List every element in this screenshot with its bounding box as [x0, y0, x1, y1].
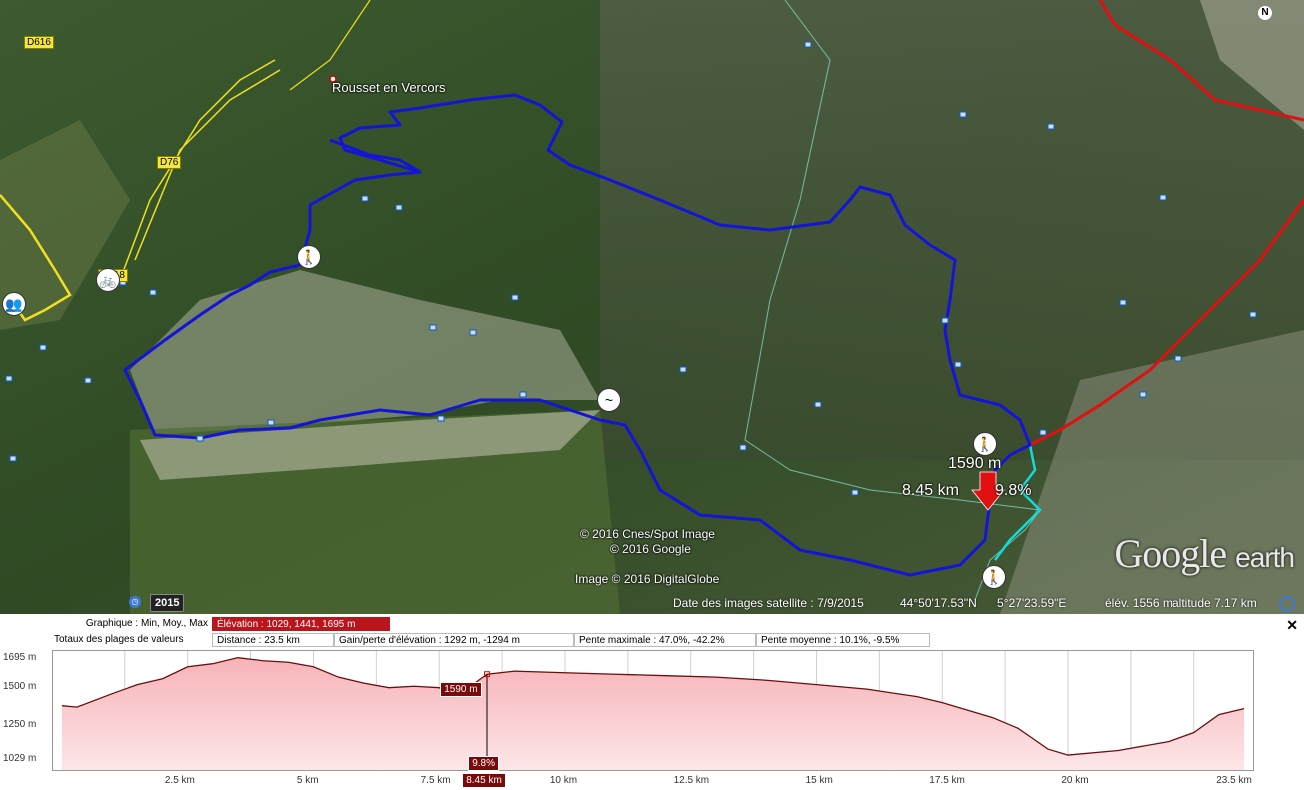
- close-profile-button[interactable]: ✕: [1286, 617, 1298, 634]
- cursor-slope-label: 9.8%: [995, 482, 1032, 499]
- elevation-chart[interactable]: [52, 650, 1254, 771]
- cursor-distance-label: 8.45 km: [902, 482, 959, 499]
- elevation-area: [61, 657, 1245, 770]
- y-tick-label: 1500 m: [3, 681, 37, 693]
- gain-loss-total: Gain/perte d'élévation : 1292 m, -1294 m: [334, 633, 574, 647]
- marker-distance-label: 8.45 km: [462, 773, 506, 788]
- max-slope-total: Pente maximale : 47.0%, -42.2%: [574, 633, 756, 647]
- imagery-year-badge[interactable]: 2015: [150, 594, 185, 612]
- marker-slope-label: 9.8%: [468, 756, 499, 771]
- historical-imagery-clock-icon[interactable]: ◷: [129, 596, 141, 608]
- hiker-icon[interactable]: 🚶: [973, 432, 997, 456]
- x-tick-label: 2.5 km: [164, 775, 195, 786]
- graph-label: Graphique : Min, Moy., Max: [85, 618, 208, 629]
- google-earth-logo: Google earth: [1114, 530, 1295, 577]
- copyright-digitalglobe: Image © 2016 DigitalGlobe: [575, 572, 720, 586]
- place-label: Rousset en Vercors: [332, 80, 446, 95]
- hikers-group-icon[interactable]: 👥: [2, 292, 26, 316]
- x-tick-label: 15 km: [805, 775, 833, 786]
- avg-slope-total: Pente moyenne : 10.1%, -9.5%: [756, 633, 930, 647]
- logo-google-text: Google: [1114, 531, 1227, 576]
- cyclist-icon[interactable]: 🚲: [96, 268, 120, 292]
- copyright-cnes: © 2016 Cnes/Spot Image: [580, 527, 715, 541]
- marker-elevation-label: 1590 m: [440, 681, 482, 697]
- x-tick-label: 5 km: [296, 775, 319, 786]
- elevation-readout: élév. 1556 m: [1105, 596, 1173, 610]
- road-label-d76: D76: [157, 156, 182, 169]
- elevation-summary[interactable]: Élévation : 1029, 1441, 1695 m: [212, 617, 390, 631]
- x-tick-label: 20 km: [1061, 775, 1089, 786]
- satellite-map[interactable]: N Rousset en Vercors D616 D76 D518 🚶 🚲 👥…: [0, 0, 1304, 614]
- y-tick-label: 1029 m: [3, 752, 37, 764]
- altitude-readout: altitude 7.17 km: [1172, 596, 1257, 610]
- hiker-icon[interactable]: 🚶: [982, 565, 1006, 589]
- longitude-readout: 5°27'23.59"E: [997, 596, 1067, 610]
- copyright-google: © 2016 Google: [610, 542, 691, 556]
- x-tick-label: 7.5 km: [420, 775, 451, 786]
- road-label-d616: D616: [24, 36, 54, 49]
- paragliding-icon[interactable]: ~: [597, 388, 621, 412]
- totals-label: Totaux des plages de valeurs: [54, 634, 184, 645]
- x-tick-label: 17.5 km: [929, 775, 965, 786]
- y-tick-label: 1250 m: [3, 719, 37, 731]
- y-tick-label: 1695 m: [3, 651, 37, 663]
- x-tick-label: 12.5 km: [673, 775, 710, 786]
- distance-total: Distance : 23.5 km: [212, 633, 334, 647]
- terrain-imagery: [0, 0, 1304, 614]
- x-tick-label: 10 km: [549, 775, 578, 786]
- logo-earth-text: earth: [1235, 542, 1295, 573]
- x-tick-label: 23.5 km: [1216, 775, 1252, 786]
- imagery-date: Date des images satellite : 7/9/2015: [673, 596, 864, 610]
- compass-north-icon[interactable]: N: [1258, 6, 1272, 20]
- cursor-elevation-label: 1590 m: [948, 455, 1002, 472]
- hiker-icon[interactable]: 🚶: [297, 245, 321, 269]
- latitude-readout: 44°50'17.53"N: [900, 596, 977, 610]
